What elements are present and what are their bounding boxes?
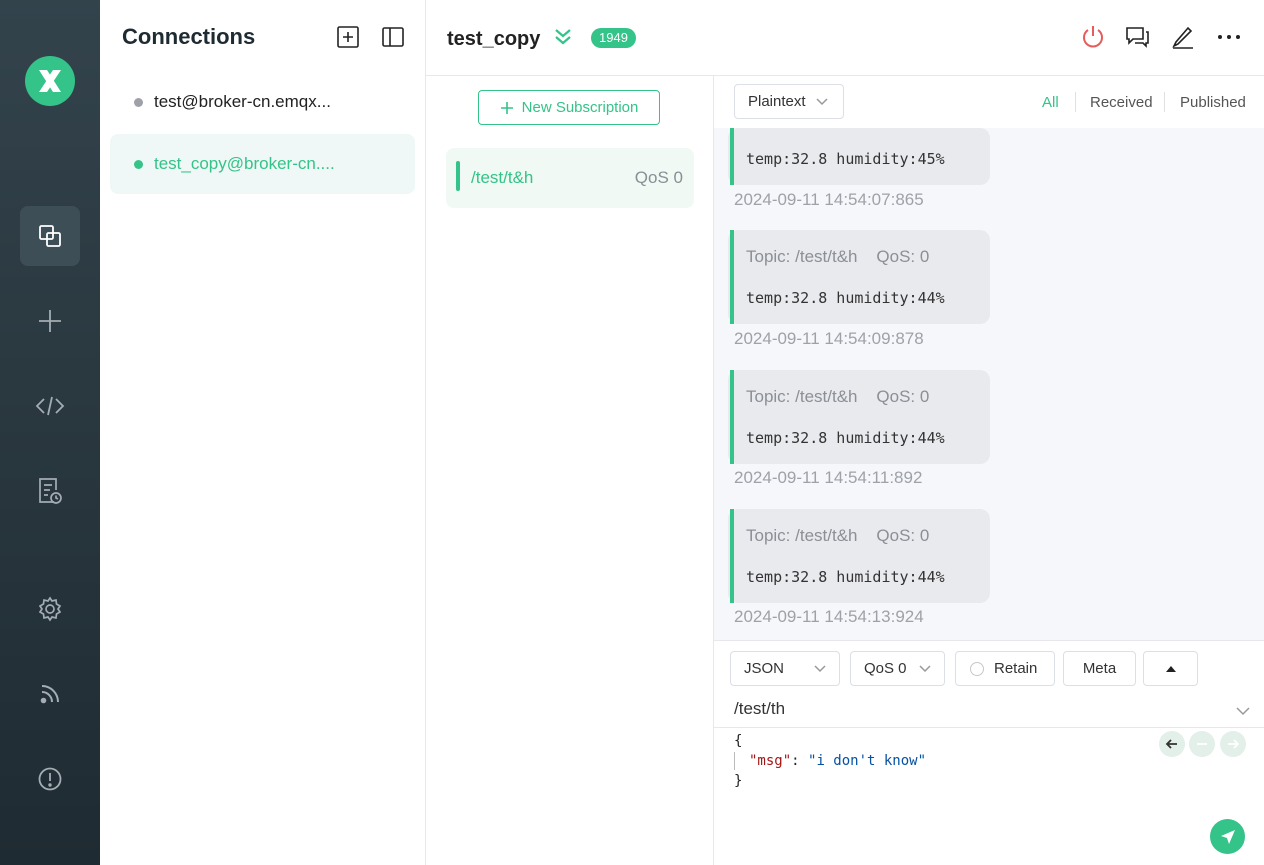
chevron-down-icon	[816, 98, 828, 106]
filter-received[interactable]: Received	[1090, 94, 1153, 111]
connections-panel: Connections test@broker-cn.emqx... test_…	[100, 0, 426, 865]
page-title: test_copy	[447, 28, 541, 50]
connections-icon[interactable]	[20, 206, 80, 266]
collapse-icon[interactable]	[553, 27, 573, 52]
send-icon[interactable]	[1210, 819, 1245, 854]
retain-radio[interactable]	[970, 661, 984, 676]
message-list[interactable]: temp:32.8 humidity:45% 2024-09-11 14:54:…	[714, 76, 1264, 640]
publish-topic-input[interactable]: /test/th	[734, 699, 785, 719]
retain-label: Retain	[994, 660, 1038, 677]
subscription-item[interactable]: /test/t&h QoS 0	[446, 148, 694, 208]
more-icon[interactable]	[1216, 24, 1242, 50]
editor-line: "msg": "i don't know"	[734, 751, 926, 771]
filter-all[interactable]: All	[1042, 94, 1059, 111]
message-bar	[730, 230, 734, 324]
message-bubble: Topic: /test/t&h QoS: 0 temp:32.8 humidi…	[728, 370, 990, 464]
logo-icon[interactable]	[25, 56, 75, 106]
new-collection-icon[interactable]	[336, 25, 360, 49]
meta-button[interactable]: Meta	[1063, 651, 1136, 686]
payload-type-value: JSON	[744, 660, 785, 677]
disconnect-icon[interactable]	[1080, 24, 1106, 50]
message-payload: temp:32.8 humidity:45%	[746, 150, 945, 168]
message-topic: Topic: /test/t&h QoS: 0	[746, 247, 930, 266]
message-toolbar: Plaintext All Received Published	[714, 76, 1264, 128]
meta-label: Meta	[1082, 660, 1117, 677]
message-count-badge: 1949	[591, 28, 636, 48]
chat-icon[interactable]	[1124, 24, 1150, 50]
new-connection-icon[interactable]	[20, 291, 80, 351]
message-payload: temp:32.8 humidity:44%	[746, 568, 945, 586]
divider	[1075, 92, 1076, 112]
retain-toggle[interactable]: Retain	[955, 651, 1055, 686]
json-key: "msg"	[749, 753, 792, 769]
settings-icon[interactable]	[20, 579, 80, 639]
message-topic: Topic: /test/t&h QoS: 0	[746, 387, 930, 406]
message-bubble: temp:32.8 humidity:45%	[728, 128, 990, 185]
status-dot	[134, 159, 143, 169]
message-payload: temp:32.8 humidity:44%	[746, 429, 945, 447]
connection-label: test@broker-cn.emqx...	[154, 92, 331, 111]
connections-title: Connections	[122, 24, 256, 49]
status-dot	[134, 97, 143, 107]
message-bar	[730, 509, 734, 603]
app-sidebar	[0, 0, 100, 865]
connection-label: test_copy@broker-cn....	[154, 154, 335, 173]
editor-line: }	[734, 773, 743, 789]
message-bar	[730, 370, 734, 464]
new-subscription-button[interactable]: New Subscription	[478, 90, 660, 125]
script-icon[interactable]	[20, 376, 80, 436]
message-bar	[730, 128, 734, 185]
payload-format-value: Plaintext	[748, 93, 806, 110]
message-time: 2024-09-11 14:54:09:878	[734, 329, 924, 348]
connection-item[interactable]: test@broker-cn.emqx...	[110, 72, 415, 132]
payload-format-select[interactable]: Plaintext	[734, 84, 844, 119]
chevron-down-icon	[814, 665, 826, 673]
toggle-panel-icon[interactable]	[381, 25, 405, 49]
editor-line: {	[734, 733, 743, 749]
message-time: 2024-09-11 14:54:13:924	[734, 607, 924, 626]
message-time: 2024-09-11 14:54:11:892	[734, 468, 923, 487]
arrow-left-icon[interactable]	[1159, 731, 1185, 757]
qos-value: QoS 0	[864, 660, 907, 677]
edit-icon[interactable]	[1170, 24, 1196, 50]
subscription-topic: /test/t&h	[471, 168, 534, 187]
message-payload: temp:32.8 humidity:44%	[746, 289, 945, 307]
json-colon: :	[791, 753, 809, 769]
message-bubble: Topic: /test/t&h QoS: 0 temp:32.8 humidi…	[728, 509, 990, 603]
subscription-color-bar	[456, 161, 460, 191]
about-icon[interactable]	[20, 749, 80, 809]
qos-select[interactable]: QoS 0	[850, 651, 945, 686]
filter-published[interactable]: Published	[1180, 94, 1246, 111]
json-value: "i don't know"	[808, 753, 927, 769]
connection-item-active[interactable]: test_copy@broker-cn....	[110, 134, 415, 194]
message-time: 2024-09-11 14:54:07:865	[734, 190, 924, 209]
payload-editor[interactable]: { "msg": "i don't know" }	[734, 731, 926, 791]
chevron-down-icon	[919, 665, 931, 673]
subscription-qos: QoS 0	[634, 168, 683, 187]
minus-icon[interactable]	[1189, 731, 1215, 757]
connection-header: test_copy 1949	[426, 0, 1264, 76]
subscription-feed-icon[interactable]	[20, 664, 80, 724]
chevron-down-icon[interactable]	[1235, 703, 1251, 719]
divider	[714, 727, 1264, 728]
expand-button[interactable]	[1143, 651, 1198, 686]
message-topic: Topic: /test/t&h QoS: 0	[746, 526, 930, 545]
log-icon[interactable]	[20, 461, 80, 521]
caret-up-icon	[1165, 665, 1176, 672]
message-bubble: Topic: /test/t&h QoS: 0 temp:32.8 humidi…	[728, 230, 990, 324]
publish-panel: JSON QoS 0 Retain Meta /test/th { "msg":…	[714, 640, 1264, 865]
divider	[1164, 92, 1165, 112]
new-subscription-label: New Subscription	[521, 99, 639, 116]
indent-guide	[734, 752, 735, 770]
payload-type-select[interactable]: JSON	[730, 651, 840, 686]
plus-icon	[500, 101, 513, 114]
subscriptions-panel: New Subscription /test/t&h QoS 0	[426, 76, 714, 865]
arrow-right-icon[interactable]	[1220, 731, 1246, 757]
